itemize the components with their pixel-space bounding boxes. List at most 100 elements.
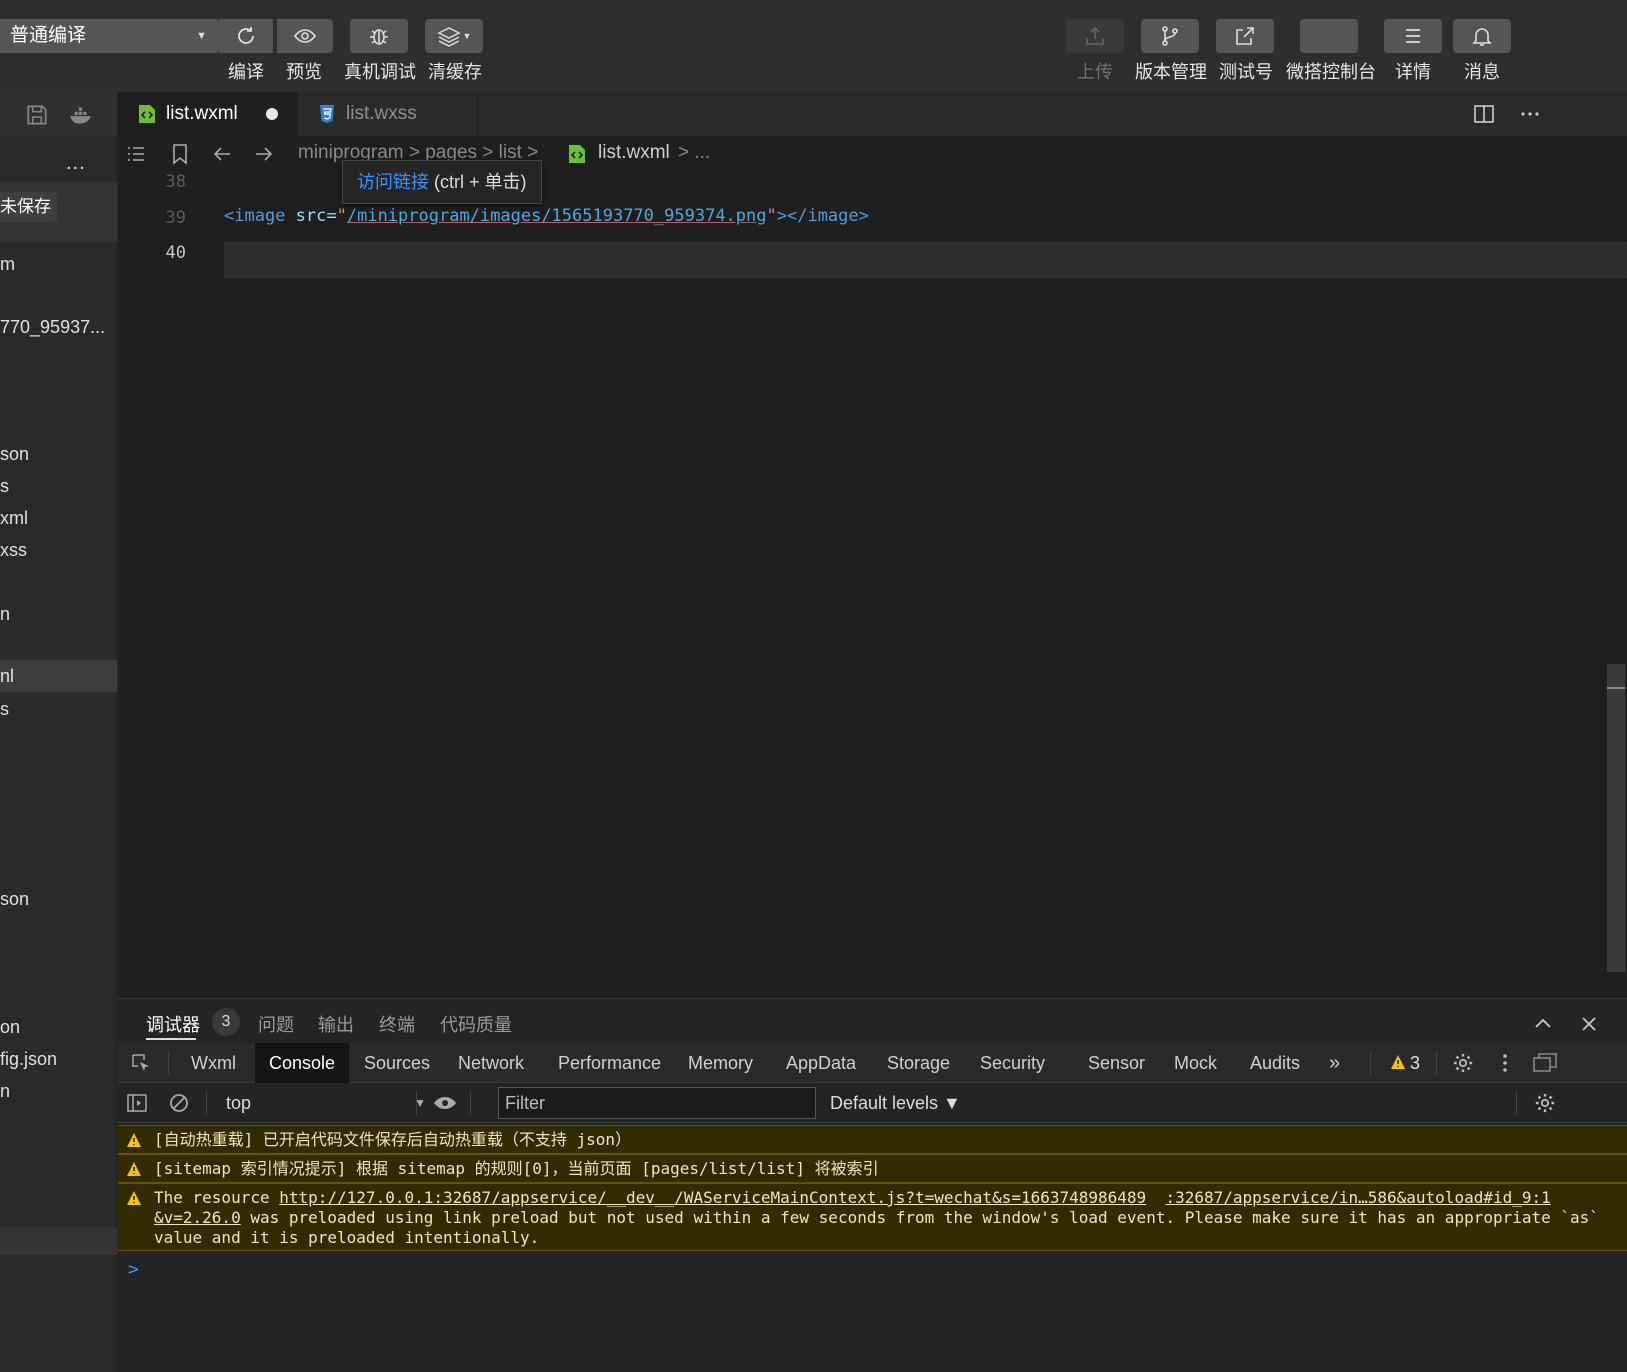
sidebar-file[interactable]: 770_95937... [0,311,117,343]
upload-button[interactable] [1066,19,1124,53]
sidebar-file-selected[interactable]: nl [0,660,117,692]
devtools-tab-performance[interactable]: Performance [558,1043,661,1083]
more-tabs-icon[interactable]: » [1329,1043,1340,1083]
remote-debug-button[interactable] [350,19,408,53]
test-account-button[interactable] [1216,19,1274,53]
weida-console-label: 微搭控制台 [1286,62,1376,82]
message-suffix: was preloaded using link preload but not… [154,1208,1609,1247]
breadcrumb-tail[interactable]: > ... [678,142,710,164]
resource-link[interactable]: http://127.0.0.1:32687/appservice/__dev_… [279,1188,1146,1207]
devtools-tab-security[interactable]: Security [980,1043,1045,1083]
compile-mode-select[interactable]: 普通编译 ▼ [0,19,219,53]
tab-terminal[interactable]: 终端 [379,1011,415,1037]
wxml-file-icon [569,145,585,163]
sidebar-file[interactable]: s [0,470,117,502]
console-prompt-icon[interactable]: > [128,1259,139,1280]
compile-label: 编译 [228,62,264,82]
compile-button[interactable] [219,19,273,53]
sidebar-file[interactable]: son [0,438,117,470]
sidebar-file[interactable]: n [0,598,117,630]
clear-cache-button[interactable]: ▼ [425,19,483,53]
tab-list-wxml[interactable]: list.wxml [118,92,298,136]
chevron-up-icon[interactable] [1532,1013,1554,1035]
tab-list-wxss[interactable]: list.wxss [298,92,478,136]
more-icon[interactable]: ... [66,152,86,175]
devtools-tab-mock[interactable]: Mock [1174,1043,1217,1083]
console-message-text: [sitemap 索引情况提示] 根据 sitemap 的规则[0]，当前页面 … [154,1159,879,1178]
console-settings-gear-icon[interactable] [1534,1092,1556,1114]
sidebar-file[interactable]: m [0,248,117,280]
code-link[interactable]: /miniprogram/images/1565193770_959374.pn… [347,206,767,226]
devtools-tab-sensor[interactable]: Sensor [1088,1043,1145,1083]
save-icon[interactable] [24,102,50,128]
editor-tabs: list.wxml list.wxss [118,92,1627,136]
context-select[interactable]: top ▼ [226,1089,426,1117]
sidebar-file[interactable]: fig.json [0,1043,117,1075]
devtools-tab-wxml[interactable]: Wxml [191,1043,236,1083]
sidebar-file[interactable]: n [0,1075,117,1107]
tab-problems[interactable]: 问题 [258,1011,294,1037]
chevron-down-icon: ▼ [462,31,472,41]
current-line-highlight [224,242,1627,278]
more-actions-icon[interactable] [1518,102,1542,126]
editor-scrollbar[interactable] [1605,172,1627,972]
code-editor[interactable]: 38 39 40 <image src="/miniprogram/images… [118,172,1627,998]
separator [416,1091,417,1115]
version-button[interactable] [1141,19,1199,53]
sidebar-file[interactable]: xss [0,534,117,566]
tab-code-quality[interactable]: 代码质量 [440,1011,512,1037]
devtools-tab-audits[interactable]: Audits [1250,1043,1300,1083]
close-icon[interactable] [1578,1013,1600,1035]
kebab-menu-icon[interactable] [1494,1052,1516,1074]
log-levels-dropdown[interactable]: Default levels ▼ [830,1089,961,1117]
messages-button[interactable] [1453,19,1511,53]
clear-console-icon[interactable] [168,1092,190,1114]
eye-icon[interactable] [432,1092,458,1114]
settings-gear-icon[interactable] [1452,1052,1474,1074]
scrollbar-thumb[interactable] [1607,664,1625,972]
code-line[interactable]: <image src="/miniprogram/images/15651937… [224,206,869,226]
code-attribute: src= [295,206,337,226]
visit-link[interactable]: 访问链接 [357,172,429,192]
console-message-text: [自动热重载] 已开启代码文件保存后自动热重载（不支持 json） [154,1130,632,1149]
sidebar-file[interactable]: son [0,883,117,915]
source-link[interactable]: :32687/appservice/in…586&autoload#id_9:1 [1165,1188,1550,1207]
arrow-left-icon[interactable] [210,142,234,166]
devtools-tab-network[interactable]: Network [458,1043,524,1083]
sidebar-toggle-icon[interactable] [126,1092,148,1114]
layers-icon [436,27,461,47]
console-filter-bar: top ▼ Default levels ▼ [118,1083,1627,1123]
tab-debugger[interactable]: 调试器 [146,1011,200,1037]
details-button[interactable] [1384,19,1442,53]
warning-count[interactable]: 3 [1410,1043,1420,1083]
inspect-element-icon[interactable] [130,1052,152,1074]
unsaved-dot-icon[interactable] [266,108,278,120]
filter-input[interactable] [498,1087,816,1119]
devtools-tab-memory[interactable]: Memory [688,1043,753,1083]
console-warning: [自动热重载] 已开启代码文件保存后自动热重载（不支持 json） [118,1125,1627,1154]
arrow-right-icon[interactable] [252,142,276,166]
devtools-tab-sources[interactable]: Sources [364,1043,430,1083]
warning-icon [127,1133,141,1147]
separator [1370,1051,1371,1075]
devtools-tab-console[interactable]: Console [255,1043,350,1083]
docker-icon[interactable] [68,102,94,128]
sidebar-file[interactable]: on [0,1011,117,1043]
weida-console-button[interactable] [1300,19,1358,53]
test-account-label: 测试号 [1219,62,1273,82]
sidebar-file[interactable]: xml [0,502,117,534]
line-number: 40 [165,243,186,263]
undock-icon[interactable] [1532,1052,1558,1074]
bookmark-icon[interactable] [168,142,192,166]
eye-icon [294,29,316,43]
devtools-tab-appdata[interactable]: AppData [786,1043,856,1083]
sidebar-file[interactable]: s [0,693,117,725]
devtools-tab-storage[interactable]: Storage [887,1043,950,1083]
preview-button[interactable] [277,19,333,53]
outline-icon[interactable] [124,142,148,166]
split-editor-icon[interactable] [1472,102,1496,126]
scrollbar-marker [1607,687,1625,689]
breadcrumb-file[interactable]: list.wxml [598,142,670,164]
resource-link-continued[interactable]: &v=2.26.0 [154,1208,241,1227]
tab-output[interactable]: 输出 [318,1011,354,1037]
